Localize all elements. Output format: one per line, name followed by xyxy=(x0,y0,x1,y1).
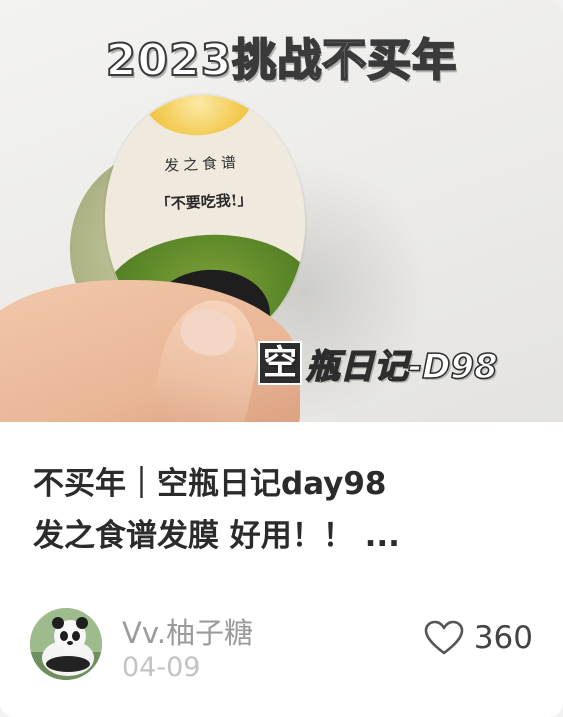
author-name[interactable]: Vv.柚子糖 xyxy=(122,610,253,652)
lid-brand-text: 发之食谱 xyxy=(163,153,241,176)
cover-image[interactable]: 发之食谱 「不要吃我!」 2023挑战不买年 空瓶日记-D98 xyxy=(0,0,563,422)
post-title-line-2: 发之食谱发膜 好用！！ ... xyxy=(33,518,400,554)
cover-overlay-subtitle: 空瓶日记-D98 xyxy=(258,338,498,388)
like-count: 360 xyxy=(473,620,533,656)
post-title[interactable]: 不买年｜空瓶日记day98 发之食谱发膜 好用！！ ... xyxy=(33,458,533,562)
post-title-line-1: 不买年｜空瓶日记day98 xyxy=(33,466,387,502)
card-footer: Vv.柚子糖 04-09 360 xyxy=(30,606,533,686)
avatar[interactable] xyxy=(30,608,102,680)
panda-avatar-icon xyxy=(30,608,102,680)
heart-icon[interactable] xyxy=(424,620,464,656)
like-button[interactable]: 360 xyxy=(424,620,533,656)
lid-slogan-text: 「不要吃我!」 xyxy=(155,190,253,214)
note-card[interactable]: 发之食谱 「不要吃我!」 2023挑战不买年 空瓶日记-D98 不买年｜空瓶日记… xyxy=(0,0,563,717)
cover-overlay-title: 2023挑战不买年 xyxy=(105,34,458,87)
cover-overlay-subtitle-boxed: 空 xyxy=(258,341,302,385)
lemon-graphic xyxy=(141,89,256,138)
cover-overlay-subtitle-rest: 瓶日记-D98 xyxy=(305,346,498,388)
post-date: 04-09 xyxy=(122,652,201,683)
